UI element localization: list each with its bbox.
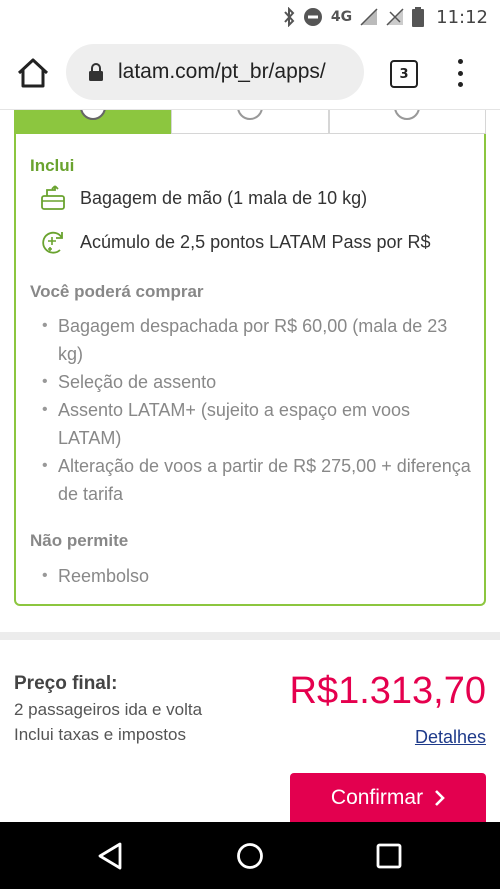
list-item: Alteração de voos a partir de R$ 275,00 … bbox=[40, 452, 476, 508]
fare-option-1[interactable] bbox=[14, 110, 172, 134]
fare-option-3[interactable] bbox=[328, 110, 486, 134]
list-item: Reembolso bbox=[40, 562, 476, 590]
url-text: latam.com/pt_br/apps/ bbox=[118, 60, 326, 83]
purchasable-list: Bagagem despachada por R$ 60,00 (mala de… bbox=[40, 312, 476, 508]
taxes-info: Inclui taxas e impostos bbox=[14, 725, 186, 744]
list-item: Bagagem despachada por R$ 60,00 (mala de… bbox=[40, 312, 476, 368]
radio-icon[interactable] bbox=[236, 110, 263, 120]
purchasable-title: Você poderá comprar bbox=[30, 282, 204, 301]
details-link[interactable]: Detalhes bbox=[415, 727, 486, 748]
status-icons: 4G 11:12 bbox=[283, 4, 488, 30]
list-item: Seleção de assento bbox=[40, 368, 476, 396]
chevron-right-icon bbox=[435, 790, 445, 806]
radio-selected-icon[interactable] bbox=[79, 110, 106, 120]
back-icon[interactable] bbox=[96, 841, 124, 871]
price-label: Preço final: bbox=[14, 673, 118, 694]
total-price: R$1.313,70 bbox=[289, 670, 487, 712]
section-divider bbox=[0, 632, 500, 640]
tab-switcher-button[interactable]: 3 bbox=[390, 60, 418, 88]
not-allowed-list: Reembolso bbox=[40, 562, 476, 590]
included-item: Bagagem de mão (1 mala de 10 kg) bbox=[40, 184, 367, 212]
address-bar[interactable]: latam.com/pt_br/apps/ bbox=[66, 44, 364, 100]
system-nav-bar bbox=[0, 822, 500, 889]
fare-details-card: Inclui Bagagem de mão (1 mala de 10 kg) … bbox=[14, 134, 486, 606]
list-item: Assento LATAM+ (sujeito a espaço em voos… bbox=[40, 396, 476, 452]
browser-toolbar: latam.com/pt_br/apps/ 3 bbox=[0, 34, 500, 110]
battery-icon bbox=[412, 7, 425, 27]
included-item-text: Bagagem de mão (1 mala de 10 kg) bbox=[80, 187, 368, 208]
not-allowed-title: Não permite bbox=[30, 531, 129, 550]
home-nav-icon[interactable] bbox=[236, 842, 264, 870]
recent-apps-icon[interactable] bbox=[376, 843, 402, 869]
confirm-button[interactable]: Confirmar bbox=[290, 773, 486, 823]
fare-option-2[interactable] bbox=[171, 110, 329, 134]
status-bar: 4G 11:12 bbox=[0, 0, 500, 34]
included-title: Inclui bbox=[30, 156, 75, 175]
lock-icon bbox=[89, 63, 103, 81]
network-type: 4G bbox=[330, 9, 353, 25]
passengers-info: 2 passageiros ida e volta bbox=[14, 700, 203, 719]
overflow-menu-icon[interactable] bbox=[452, 56, 468, 90]
do-not-disturb-icon bbox=[303, 8, 322, 26]
fare-selector bbox=[14, 110, 486, 134]
bluetooth-icon bbox=[284, 7, 295, 27]
included-item: Acúmulo de 2,5 pontos LATAM Pass por R$ bbox=[40, 228, 431, 256]
tab-count: 3 bbox=[399, 66, 409, 82]
clock: 11:12 bbox=[436, 6, 488, 28]
signal-secondary-icon bbox=[386, 8, 404, 26]
carry-on-bag-icon bbox=[41, 185, 65, 210]
confirm-button-label: Confirmar bbox=[330, 786, 424, 809]
home-icon[interactable] bbox=[14, 54, 52, 92]
signal-icon bbox=[360, 8, 378, 26]
included-item-text: Acúmulo de 2,5 pontos LATAM Pass por R$ bbox=[80, 231, 431, 252]
points-accrual-icon bbox=[42, 231, 63, 254]
radio-icon[interactable] bbox=[394, 110, 421, 120]
